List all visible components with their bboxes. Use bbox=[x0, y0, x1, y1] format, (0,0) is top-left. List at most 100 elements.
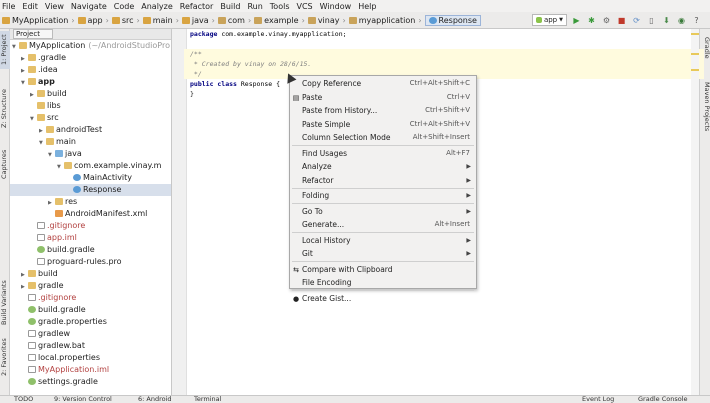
shortcut-label: Ctrl+V bbox=[446, 92, 470, 101]
context-menu-item-column-selection-mode[interactable]: Column Selection Mode Alt+Shift+Insert bbox=[290, 131, 476, 145]
tree-node[interactable]: ▶ res bbox=[10, 196, 171, 208]
tree-node[interactable]: ▶ .gradle bbox=[10, 52, 171, 64]
github-icon: ● bbox=[292, 294, 300, 303]
menu-run[interactable]: Run bbox=[247, 2, 262, 11]
context-menu-item-paste-from-history[interactable]: Paste from History... Ctrl+Shift+V bbox=[290, 104, 476, 118]
tab-gradle-console[interactable]: Gradle Console bbox=[638, 395, 688, 403]
context-menu-item-paste-simple[interactable]: Paste Simple Ctrl+Alt+Shift+V bbox=[290, 118, 476, 132]
tree-node[interactable]: .gitignore bbox=[10, 220, 171, 232]
menu-refactor[interactable]: Refactor bbox=[180, 2, 214, 11]
breadcrumb-item[interactable]: MyApplication bbox=[2, 16, 68, 25]
tab-build-variants[interactable]: Build Variants bbox=[0, 277, 10, 329]
tab-version-control[interactable]: 9: Version Control bbox=[54, 395, 112, 403]
breadcrumb-item[interactable]: main bbox=[142, 16, 173, 25]
menu-vcs[interactable]: VCS bbox=[297, 2, 313, 11]
menu-view[interactable]: View bbox=[45, 2, 64, 11]
tree-node[interactable]: AndroidManifest.xml bbox=[10, 208, 171, 220]
tree-node[interactable]: build.gradle bbox=[10, 244, 171, 256]
tree-node[interactable]: ▼ com.example.vinay.m bbox=[10, 160, 171, 172]
tree-node[interactable]: ▶ androidTest bbox=[10, 124, 171, 136]
breadcrumb-item[interactable]: Response bbox=[424, 14, 481, 26]
debug-icon[interactable]: ✱ bbox=[586, 15, 597, 26]
tree-node[interactable]: ▶ .idea bbox=[10, 64, 171, 76]
stop-icon[interactable]: ■ bbox=[616, 15, 627, 26]
sync-icon[interactable]: ⟳ bbox=[631, 15, 642, 26]
tree-node[interactable]: ▶ build bbox=[10, 268, 171, 280]
src-icon bbox=[55, 150, 63, 157]
context-menu-item-create-gist[interactable]: ● Create Gist... bbox=[290, 292, 476, 306]
tree-node[interactable]: gradle.properties bbox=[10, 316, 171, 328]
menu-file[interactable]: File bbox=[2, 2, 15, 11]
tree-node[interactable]: ▼ src bbox=[10, 112, 171, 124]
breadcrumb-item[interactable]: src bbox=[111, 16, 134, 25]
project-view-select[interactable]: Project bbox=[13, 29, 53, 39]
tree-node[interactable]: proguard-rules.pro bbox=[10, 256, 171, 268]
breadcrumb-item[interactable]: myapplication bbox=[348, 16, 415, 25]
breadcrumb-item[interactable]: java bbox=[181, 16, 209, 25]
context-menu-item-go-to[interactable]: Go To ▶ bbox=[290, 205, 476, 219]
context-menu-item-find-usages[interactable]: Find Usages Alt+F7 bbox=[290, 147, 476, 161]
context-menu-item-compare-with-clipboard[interactable]: ⇆ Compare with Clipboard bbox=[290, 263, 476, 277]
avd-icon[interactable]: ▯ bbox=[646, 15, 657, 26]
breadcrumb-item[interactable]: com bbox=[217, 16, 245, 25]
right-tool-strip: Gradle Maven Projects bbox=[699, 29, 710, 395]
run-config-select[interactable]: app ▼ bbox=[531, 14, 567, 26]
tree-node[interactable]: local.properties bbox=[10, 352, 171, 364]
context-menu-item-analyze[interactable]: Analyze ▶ bbox=[290, 160, 476, 174]
tree-node[interactable]: ▼ app bbox=[10, 76, 171, 88]
sdk-icon[interactable]: ⬇ bbox=[661, 15, 672, 26]
tree-node[interactable]: ▼ java bbox=[10, 148, 171, 160]
menu-window[interactable]: Window bbox=[320, 2, 352, 11]
tree-node[interactable]: ▼ MyApplication (~/AndroidStudioPro bbox=[10, 40, 171, 52]
tree-node[interactable]: MainActivity bbox=[10, 172, 171, 184]
context-menu-item-paste[interactable]: ▤ Paste Ctrl+V bbox=[290, 91, 476, 105]
tree-node[interactable]: build.gradle bbox=[10, 304, 171, 316]
monitor-icon[interactable]: ◉ bbox=[676, 15, 687, 26]
menu-tools[interactable]: Tools bbox=[270, 2, 290, 11]
menu-code[interactable]: Code bbox=[114, 2, 134, 11]
tree-node[interactable]: app.iml bbox=[10, 232, 171, 244]
context-menu-item-local-history[interactable]: Local History ▶ bbox=[290, 234, 476, 248]
tree-node[interactable]: settings.gradle bbox=[10, 376, 171, 388]
tab-structure[interactable]: Z: Structure bbox=[0, 87, 10, 131]
tab-event-log[interactable]: Event Log bbox=[582, 395, 614, 403]
breadcrumb-item[interactable]: app bbox=[77, 16, 103, 25]
tab-android[interactable]: 6: Android bbox=[138, 395, 172, 403]
warning-marker[interactable] bbox=[691, 69, 699, 71]
file-icon bbox=[28, 294, 36, 301]
context-menu-item-refactor[interactable]: Refactor ▶ bbox=[290, 174, 476, 188]
context-menu-item-git[interactable]: Git ▶ bbox=[290, 247, 476, 261]
context-menu-item-copy-reference[interactable]: Copy Reference Ctrl+Alt+Shift+C bbox=[290, 77, 476, 91]
menu-navigate[interactable]: Navigate bbox=[71, 2, 107, 11]
tree-node[interactable]: gradlew bbox=[10, 328, 171, 340]
warning-marker[interactable] bbox=[691, 33, 699, 35]
tab-terminal[interactable]: Terminal bbox=[194, 395, 221, 403]
menu-build[interactable]: Build bbox=[220, 2, 240, 11]
tree-node[interactable]: Response bbox=[10, 184, 171, 196]
tree-node[interactable]: ▶ build bbox=[10, 88, 171, 100]
run-icon[interactable]: ▶ bbox=[571, 15, 582, 26]
context-menu-item-file-encoding[interactable]: File Encoding bbox=[290, 276, 476, 290]
help-icon[interactable]: ? bbox=[691, 15, 702, 26]
tree-node[interactable]: ▼ main bbox=[10, 136, 171, 148]
context-menu-item-folding[interactable]: Folding ▶ bbox=[290, 189, 476, 203]
tree-node[interactable]: gradlew.bat bbox=[10, 340, 171, 352]
menu-analyze[interactable]: Analyze bbox=[141, 2, 173, 11]
warning-marker[interactable] bbox=[691, 53, 699, 55]
menu-edit[interactable]: Edit bbox=[22, 2, 38, 11]
tab-todo[interactable]: TODO bbox=[14, 395, 33, 403]
tree-node[interactable]: libs bbox=[10, 100, 171, 112]
tab-project[interactable]: 1: Project bbox=[0, 31, 10, 69]
attach-icon[interactable]: ⚙ bbox=[601, 15, 612, 26]
tree-node[interactable]: ▶ gradle bbox=[10, 280, 171, 292]
tab-maven-projects[interactable]: Maven Projects bbox=[701, 79, 710, 135]
menu-help[interactable]: Help bbox=[358, 2, 376, 11]
tab-favorites[interactable]: 2: Favorites bbox=[0, 335, 10, 379]
tree-node[interactable]: MyApplication.iml bbox=[10, 364, 171, 376]
file-icon bbox=[28, 366, 36, 373]
tab-captures[interactable]: Captures bbox=[0, 147, 10, 181]
breadcrumb-item[interactable]: vinay bbox=[307, 16, 339, 25]
tree-node[interactable]: .gitignore bbox=[10, 292, 171, 304]
breadcrumb-item[interactable]: example bbox=[254, 16, 299, 25]
context-menu-item-generate[interactable]: Generate... Alt+Insert bbox=[290, 218, 476, 232]
